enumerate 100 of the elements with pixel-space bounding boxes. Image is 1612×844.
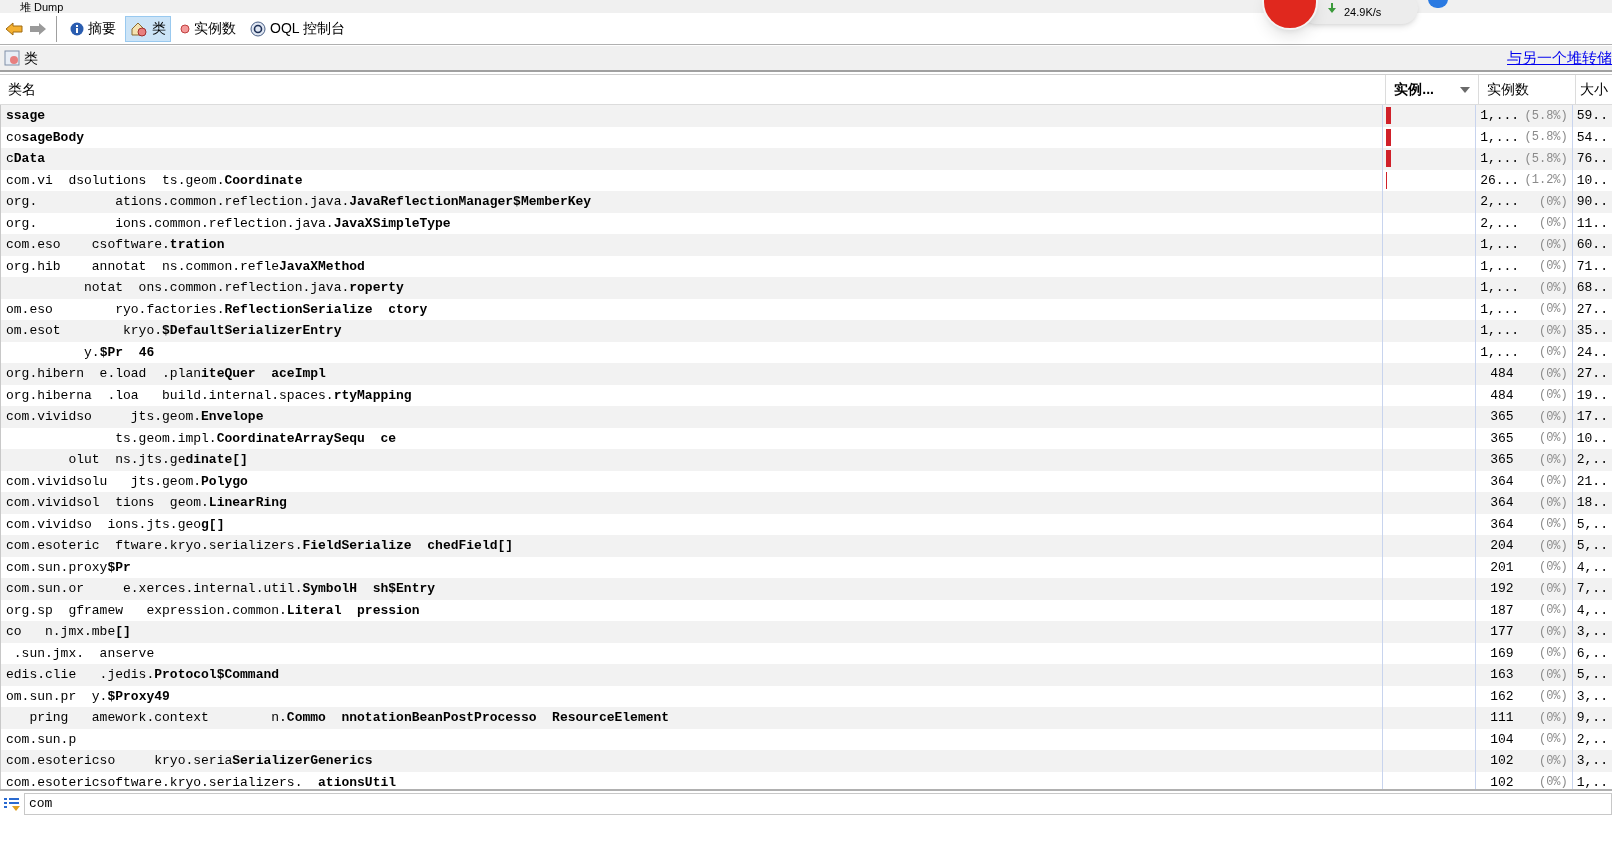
size-cell: 2,..: [1571, 449, 1612, 471]
instance-percent: (0%): [1538, 215, 1568, 233]
class-name-cell: com.esotericsoftware.kryo.serializers. ationsUtil: [0, 771, 1383, 789]
instance-count: 177: [1489, 623, 1514, 641]
instance-percent: (0%): [1538, 258, 1568, 276]
instance-count: 484: [1489, 386, 1514, 405]
instance-count: 1,...: [1480, 257, 1520, 276]
toolbar-tab[interactable]: 摘要: [65, 15, 121, 42]
instance-count: 162: [1489, 687, 1514, 706]
window-title: 堆 Dump: [20, 1, 64, 13]
shapes-icon: [130, 20, 148, 37]
toolbar-tab[interactable]: 类: [125, 15, 171, 42]
instance-count: 201: [1489, 558, 1514, 577]
instance-percent: (0%): [1538, 602, 1568, 620]
instance-percent: (0%): [1538, 236, 1568, 254]
size-cell: 3,..: [1571, 750, 1612, 772]
toolbar-tab[interactable]: OQL 控制台: [245, 15, 350, 42]
toolbar-tab[interactable]: 实例数: [175, 15, 241, 42]
instance-percent: (0%): [1538, 193, 1568, 211]
size-cell: 9,..: [1571, 707, 1612, 729]
instance-count: 2,...: [1480, 214, 1520, 233]
instance-percent: (0%): [1538, 408, 1568, 426]
instance-count: 163: [1489, 666, 1514, 684]
instance-percent: (0%): [1538, 688, 1568, 706]
filter-icon: [3, 795, 21, 812]
instance-percent: (0%): [1538, 731, 1568, 749]
class-name-cell: com.eso csoftware.tration: [0, 234, 1383, 256]
instance-count: 111: [1489, 709, 1514, 727]
size-cell: 5,..: [1571, 664, 1612, 686]
instance-count: 484: [1489, 365, 1514, 383]
sort-down-icon: [1460, 86, 1471, 93]
class-name-cell: com.vividsol tions geom.LinearRing: [0, 492, 1383, 514]
instance-percent: (0%): [1538, 537, 1568, 555]
class-name-cell: com.sun.or e.xerces.internal.util.SymbolH sh$Entry: [0, 578, 1383, 600]
instance-percent: (0%): [1538, 430, 1568, 448]
size-cell: 27..: [1571, 363, 1612, 385]
instance-count: 2,...: [1480, 193, 1520, 211]
size-cell: 5,..: [1571, 535, 1612, 557]
class-name-cell: om.esot kryo.$DefaultSerializerEntry: [0, 320, 1383, 342]
instance-percent: (0%): [1538, 709, 1568, 727]
size-cell: 7,..: [1571, 578, 1612, 600]
instance-percent: (0%): [1538, 494, 1568, 512]
dot-icon: [180, 23, 190, 34]
instance-percent: (0%): [1538, 580, 1568, 598]
instance-percent: (0%): [1538, 645, 1568, 663]
column-header[interactable]: 类名: [0, 75, 1386, 104]
instance-percent: (0%): [1538, 365, 1568, 383]
size-cell: 60..: [1571, 234, 1612, 256]
instance-count: 1,...: [1480, 322, 1520, 340]
size-cell: 3,..: [1571, 621, 1612, 643]
instance-percent: (0%): [1538, 752, 1568, 770]
instance-percent: (0%): [1538, 322, 1568, 340]
compare-link[interactable]: 与另一个堆转储: [1507, 46, 1612, 70]
instance-count: 365: [1489, 451, 1514, 469]
class-name-cell: co n.jmx.mbe[]: [0, 621, 1383, 643]
instance-count: 365: [1489, 429, 1514, 448]
instance-count: 1,...: [1480, 107, 1520, 125]
class-name-cell: cData: [0, 148, 1383, 170]
panel-title: 类: [24, 48, 38, 68]
class-name-cell: org. ations.common.reflection.java.JavaReflectionManager$MemberKey: [0, 191, 1383, 213]
size-cell: 90..: [1571, 191, 1612, 213]
filter-field[interactable]: com: [24, 792, 1612, 815]
info-icon: [70, 21, 84, 36]
class-name-cell: pring amework.context n.Commo nnotationBeanPostProcesso ResourceElement: [0, 707, 1383, 729]
instance-percent: (0%): [1538, 344, 1568, 362]
column-header[interactable]: 大小: [1575, 75, 1612, 104]
instance-percent: (0%): [1538, 387, 1568, 405]
class-name-cell: olut ns.jts.gedinate[]: [0, 449, 1383, 471]
class-name-cell: notat ons.common.reflection.java.roperty: [0, 277, 1383, 299]
column-header[interactable]: 实例...: [1385, 75, 1479, 104]
size-cell: 18..: [1571, 492, 1612, 514]
class-name-cell: com.esoteric ftware.kryo.serializers.FieldSerialize chedField[]: [0, 535, 1383, 557]
instance-count: 187: [1489, 601, 1514, 620]
down-arrow-icon: [1328, 3, 1336, 13]
size-cell: 76..: [1571, 148, 1612, 170]
class-name-cell: org.hibern e.load .planiteQuer aceImpl: [0, 363, 1383, 385]
instance-percent: (0%): [1538, 301, 1568, 319]
instance-percent: (0%): [1538, 451, 1568, 469]
class-name-cell: edis.clie .jedis.Protocol$Command: [0, 664, 1383, 686]
instance-percent: (0%): [1538, 516, 1568, 534]
instance-count: 1,...: [1480, 236, 1520, 254]
size-cell: 35..: [1571, 320, 1612, 342]
instance-percent: (5.8%): [1524, 129, 1568, 147]
instance-percent: (0%): [1538, 473, 1568, 491]
instance-count: 104: [1489, 730, 1514, 749]
instance-count: 364: [1489, 515, 1514, 534]
instance-count: 364: [1489, 472, 1514, 491]
left-arrow-icon: [5, 21, 23, 36]
right-arrow-icon: [29, 21, 47, 36]
instance-count: 1,...: [1480, 128, 1520, 147]
instance-percent: (0%): [1538, 279, 1568, 297]
instance-percent: (0%): [1538, 774, 1568, 789]
column-header[interactable]: 实例数: [1478, 75, 1575, 104]
size-cell: 68..: [1571, 277, 1612, 299]
instance-count: 192: [1489, 580, 1514, 598]
size-cell: 59..: [1571, 105, 1612, 127]
instance-count: 1,...: [1480, 343, 1520, 362]
instance-percent: (5.8%): [1524, 150, 1568, 168]
instance-count: 204: [1489, 537, 1514, 555]
instance-count: 169: [1489, 644, 1514, 663]
